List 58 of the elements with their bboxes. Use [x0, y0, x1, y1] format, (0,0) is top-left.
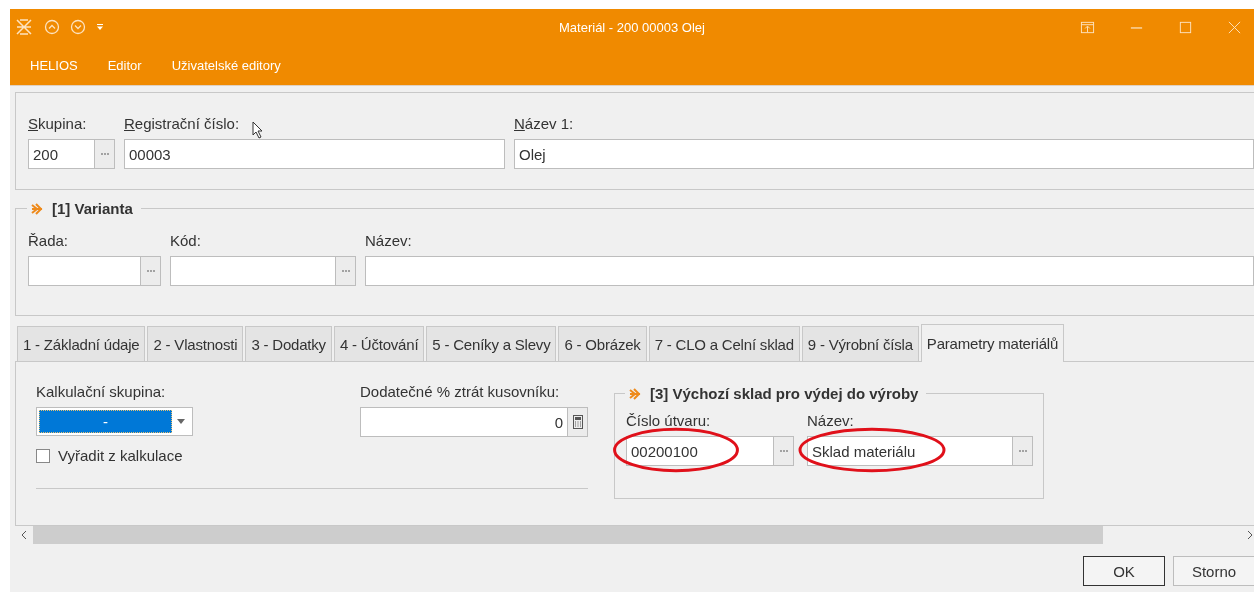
- field-label: Název:: [807, 412, 854, 429]
- tab[interactable]: 2 - Vlastnosti: [147, 326, 244, 361]
- chevron-up-icon[interactable]: [44, 19, 60, 35]
- chevron-down-icon[interactable]: [70, 19, 86, 35]
- text-field[interactable]: [170, 256, 336, 286]
- window-title: Materiál - 200 00003 Olej: [559, 19, 705, 35]
- quick-access-dropdown-icon[interactable]: [96, 23, 104, 31]
- ellipsis-icon: [778, 449, 789, 453]
- calculator-icon: [572, 415, 583, 429]
- caret-icon: [177, 419, 185, 424]
- group-title: [1] Varianta: [52, 200, 133, 217]
- text-field[interactable]: [365, 256, 1254, 286]
- number-field[interactable]: 0: [360, 407, 568, 437]
- lookup-button[interactable]: [141, 256, 161, 286]
- tab[interactable]: 3 - Dodatky: [245, 326, 332, 361]
- ellipsis-icon: [1017, 449, 1028, 453]
- lookup-button[interactable]: [95, 139, 115, 169]
- tab[interactable]: 7 - CLO a Celní sklad: [648, 326, 800, 361]
- tab[interactable]: 6 - Obrázek: [558, 326, 647, 361]
- tab[interactable]: 9 - Výrobní čísla: [801, 326, 919, 361]
- text-field[interactable]: Olej: [514, 139, 1254, 169]
- ellipsis-icon: [99, 152, 110, 156]
- lookup-button[interactable]: [1013, 436, 1033, 466]
- group-title: [3] Výchozí sklad pro výdej do výroby: [650, 385, 919, 402]
- text-field[interactable]: Sklad materiálu: [807, 436, 1013, 466]
- field-label: Kód:: [170, 232, 201, 249]
- field-label: Název:: [365, 232, 412, 249]
- ellipsis-icon: [340, 269, 351, 273]
- tab[interactable]: Parametry materiálů: [920, 324, 1065, 362]
- maximize-icon[interactable]: [1178, 19, 1193, 35]
- calculator-button[interactable]: [568, 407, 588, 437]
- cancel-button[interactable]: Storno: [1173, 556, 1254, 586]
- lookup-button[interactable]: [774, 436, 794, 466]
- text-field[interactable]: 00200100: [626, 436, 774, 466]
- text-field[interactable]: 00003: [124, 139, 505, 169]
- field-label: Řada:: [28, 232, 69, 249]
- field-label: Kalkulační skupina:: [36, 383, 167, 400]
- field-label: Skupina:: [28, 115, 87, 132]
- close-icon[interactable]: [1227, 19, 1242, 35]
- tab[interactable]: 5 - Ceníky a Slevy: [426, 326, 557, 361]
- checkbox[interactable]: Vyřadit z kalkulace: [36, 447, 193, 464]
- dropdown[interactable]: -: [36, 407, 193, 436]
- text-field[interactable]: [28, 256, 141, 286]
- field-label: Dodatečné % ztrát kusovníku:: [360, 383, 561, 400]
- ok-button[interactable]: OK: [1083, 556, 1165, 586]
- scroll-right-icon[interactable]: [1247, 530, 1253, 540]
- ellipsis-icon: [145, 269, 156, 273]
- field-label: Registrační číslo:: [124, 115, 240, 132]
- tab[interactable]: 1 - Základní údaje: [17, 326, 146, 361]
- tab[interactable]: 4 - Účtování: [333, 326, 425, 361]
- mouse-cursor-icon: [252, 121, 264, 139]
- field-label: Název 1:: [514, 115, 574, 132]
- pin-window-icon[interactable]: [1080, 19, 1095, 35]
- text-field[interactable]: 200: [28, 139, 95, 169]
- lookup-button[interactable]: [336, 256, 356, 286]
- scroll-left-icon[interactable]: [21, 530, 27, 540]
- app-logo-icon: [14, 17, 34, 37]
- field-label: Číslo útvaru:: [626, 412, 711, 429]
